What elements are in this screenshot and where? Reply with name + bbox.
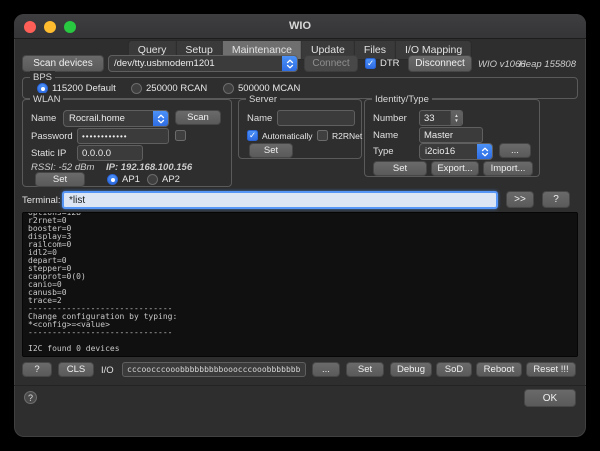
server-name-field[interactable]: [277, 110, 355, 126]
wlan-set-button[interactable]: Set: [35, 172, 85, 187]
wlan-static-ip-field[interactable]: 0.0.0.0: [77, 145, 143, 161]
server-set-button[interactable]: Set: [249, 143, 293, 158]
wlan-static-ip-label: Static IP: [31, 148, 66, 159]
radio-selected-icon: [107, 174, 118, 185]
terminal-label: Terminal:: [22, 195, 61, 206]
title-bar[interactable]: WIO: [14, 14, 586, 39]
cls-button[interactable]: CLS: [58, 362, 94, 377]
port-select[interactable]: /dev/tty.usbmodem1201: [108, 55, 298, 72]
port-value: /dev/tty.usbmodem1201: [109, 58, 282, 69]
server-group: Server Name Automatically R2RNet Set: [238, 99, 362, 159]
connection-row: Scan devices /dev/tty.usbmodem1201 Conne…: [14, 55, 586, 73]
heap-status: Heap 155808: [519, 59, 576, 70]
identity-group: Identity/Type Number 33 Name Master Type…: [364, 99, 540, 177]
chevron-updown-icon: [282, 56, 297, 71]
terminal-row: Terminal: >> ?: [14, 191, 586, 209]
server-r2rnet-checkbox[interactable]: R2RNet: [317, 130, 362, 141]
type-value: i2cio16: [420, 146, 477, 157]
wio-window: WIO Query Setup Maintenance Update Files…: [14, 14, 586, 437]
type-more-button[interactable]: ...: [499, 143, 531, 158]
checkbox-checked-icon: [365, 58, 376, 69]
number-label: Number: [373, 113, 407, 124]
terminal-send-button[interactable]: >>: [506, 191, 534, 208]
wlan-group-title: WLAN: [30, 93, 63, 106]
wlan-scan-button[interactable]: Scan: [175, 110, 221, 125]
wlan-group: WLAN Name Rocrail.home Scan Password •••…: [22, 99, 232, 187]
wlan-ap1-radio[interactable]: AP1: [107, 174, 140, 185]
bps-250000-label: 250000 RCAN: [146, 83, 207, 94]
number-value: 33: [420, 113, 450, 124]
dtr-checkbox[interactable]: DTR: [365, 58, 400, 69]
identity-name-field[interactable]: Master: [419, 127, 483, 143]
ip-text: IP: 192.168.100.156: [106, 162, 192, 173]
checkbox-icon: [175, 130, 186, 141]
chevron-updown-icon: [477, 144, 492, 159]
ok-button[interactable]: OK: [524, 389, 576, 407]
bottom-help-button[interactable]: ?: [22, 362, 52, 377]
import-button[interactable]: Import...: [483, 161, 533, 176]
checkbox-checked-icon: [247, 130, 258, 141]
radio-icon: [131, 83, 142, 94]
identity-name-label: Name: [373, 130, 398, 141]
type-label: Type: [373, 146, 394, 157]
server-group-title: Server: [246, 93, 280, 106]
r2rnet-label: R2RNet: [332, 131, 362, 141]
minimize-button[interactable]: [44, 21, 56, 33]
io-pattern-field[interactable]: [122, 362, 306, 377]
disconnect-button[interactable]: Disconnect: [408, 55, 472, 72]
stepper-icon[interactable]: [450, 111, 462, 125]
help-icon[interactable]: ?: [24, 391, 37, 404]
debug-button[interactable]: Debug: [390, 362, 432, 377]
wlan-password-label: Password: [31, 131, 73, 142]
type-select[interactable]: i2cio16: [419, 143, 493, 160]
export-button[interactable]: Export...: [431, 161, 479, 176]
identity-set-button[interactable]: Set: [373, 161, 427, 176]
sod-button[interactable]: SoD: [436, 362, 472, 377]
dtr-label: DTR: [380, 58, 400, 69]
terminal-output[interactable]: options=128 r2rnet=0 booster=0 display=3…: [22, 212, 578, 357]
server-name-label: Name: [247, 113, 272, 124]
wlan-name-label: Name: [31, 113, 56, 124]
number-stepper[interactable]: 33: [419, 110, 463, 126]
terminal-input[interactable]: [62, 191, 498, 209]
io-label: I/O: [101, 365, 114, 376]
actions-row: ? CLS I/O ... Set Debug SoD Reboot Reset…: [14, 362, 586, 378]
reboot-button[interactable]: Reboot: [476, 362, 522, 377]
wlan-ap2-radio[interactable]: AP2: [147, 174, 180, 185]
traffic-lights: [24, 21, 76, 33]
ap2-label: AP2: [162, 174, 180, 185]
radio-icon: [147, 174, 158, 185]
scan-devices-button[interactable]: Scan devices: [22, 55, 104, 72]
footer-divider: [14, 385, 586, 386]
close-button[interactable]: [24, 21, 36, 33]
console-text: options=128 r2rnet=0 booster=0 display=3…: [28, 212, 577, 353]
bps-radio-250000[interactable]: 250000 RCAN: [131, 83, 207, 94]
automatically-label: Automatically: [262, 131, 313, 141]
wlan-ssid-value: Rocrail.home: [64, 113, 153, 124]
wlan-password-field[interactable]: ••••••••••••: [77, 128, 169, 144]
window-title: WIO: [289, 20, 311, 32]
bps-group: BPS 115200 Default 250000 RCAN 500000 MC…: [22, 77, 578, 99]
wlan-show-password-checkbox[interactable]: [175, 130, 186, 141]
chevron-updown-icon: [153, 111, 168, 126]
io-more-button[interactable]: ...: [312, 362, 340, 377]
radio-icon: [223, 83, 234, 94]
wlan-ssid-select[interactable]: Rocrail.home: [63, 110, 169, 127]
io-set-button[interactable]: Set: [346, 362, 384, 377]
terminal-help-button[interactable]: ?: [542, 191, 570, 208]
zoom-button[interactable]: [64, 21, 76, 33]
identity-group-title: Identity/Type: [372, 93, 432, 106]
ap1-label: AP1: [122, 174, 140, 185]
server-automatically-checkbox[interactable]: Automatically: [247, 130, 313, 141]
connect-button[interactable]: Connect: [304, 55, 358, 72]
reset-button[interactable]: Reset !!!: [526, 362, 576, 377]
checkbox-icon: [317, 130, 328, 141]
